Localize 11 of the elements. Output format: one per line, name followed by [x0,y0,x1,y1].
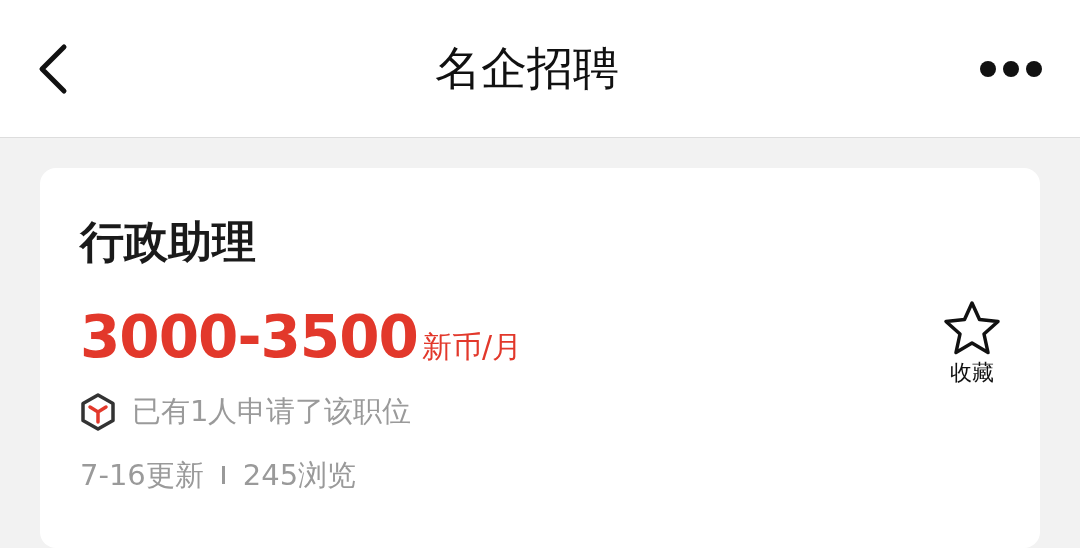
cube-icon [80,392,116,431]
job-title: 行政助理 [80,215,257,269]
more-icon [979,59,1043,78]
update-date: 7-16更新 [80,456,204,494]
view-count: 245浏览 [242,456,357,494]
favorite-button[interactable]: 收藏 [940,300,1004,389]
applicant-count: 已有1人申请了该职位 [132,393,412,430]
star-icon [943,300,1001,356]
page-title: 名企招聘 [435,40,619,97]
salary-unit: 新币/月 [421,328,523,366]
salary: 3000-3500 [80,302,418,372]
